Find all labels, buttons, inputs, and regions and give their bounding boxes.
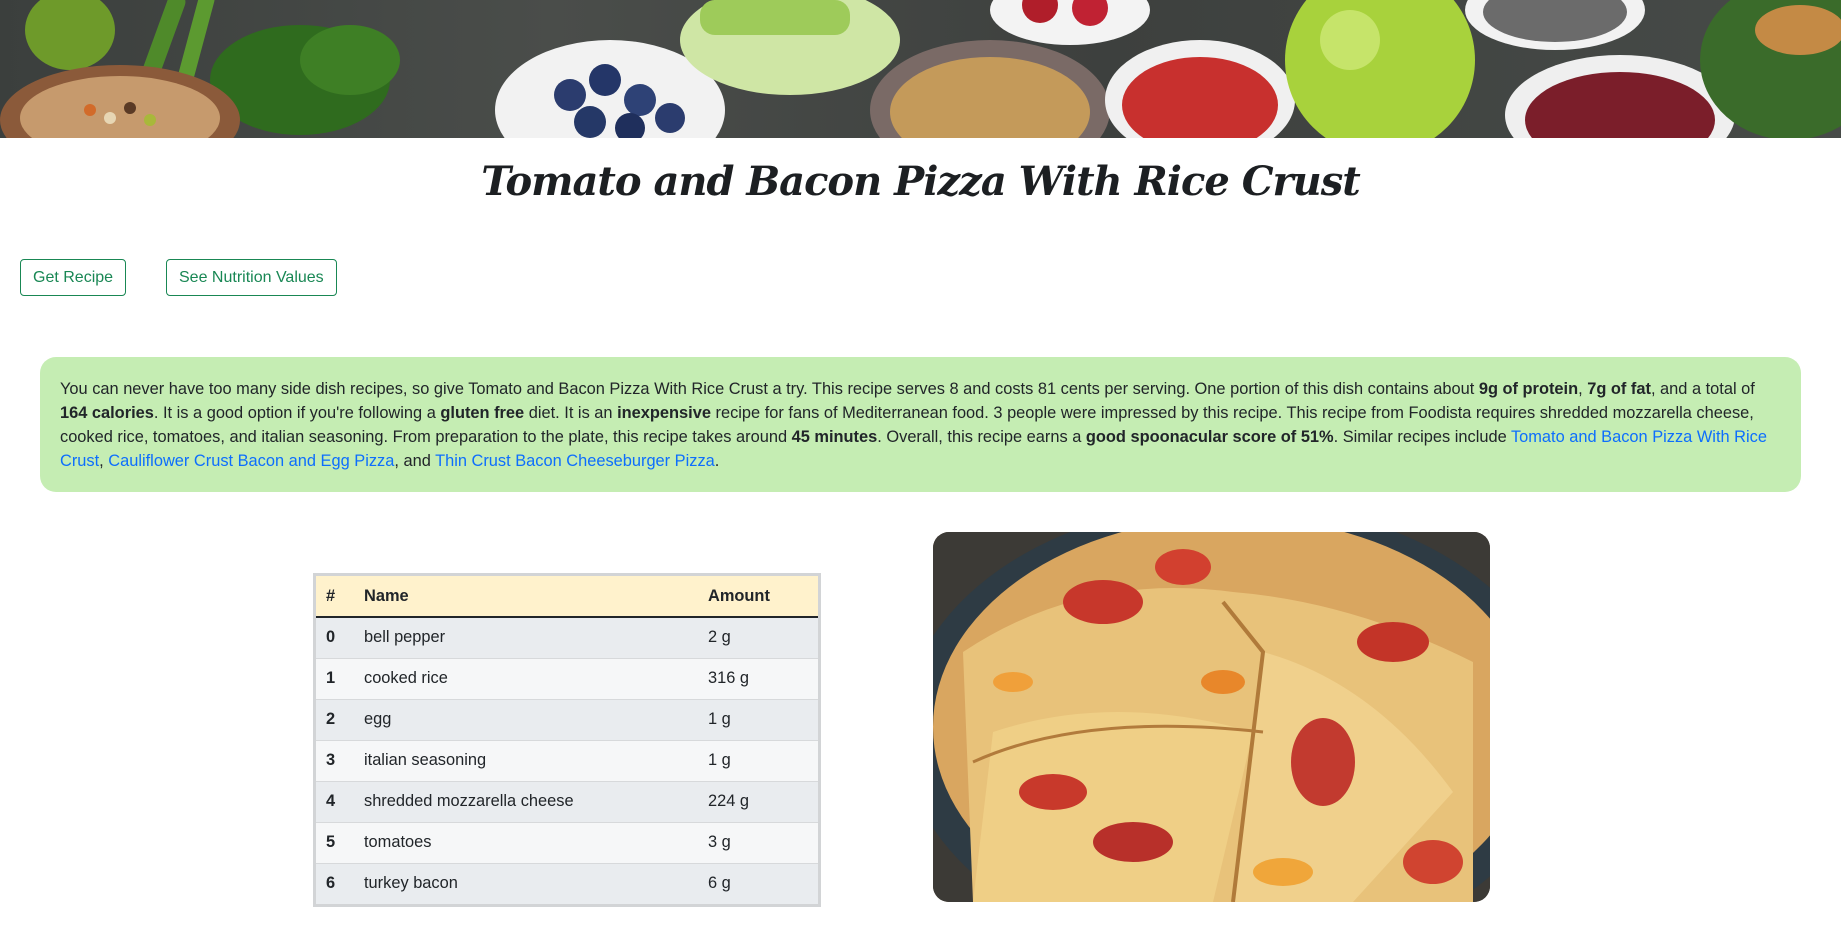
- row-index: 4: [316, 780, 354, 822]
- recipe-summary: You can never have too many side dish re…: [40, 357, 1801, 492]
- ingredient-name: cooked rice: [354, 657, 698, 699]
- summary-time: 45 minutes: [791, 428, 878, 446]
- summary-protein: 9g of protein: [1478, 380, 1579, 398]
- summary-text: .: [714, 452, 720, 470]
- ingredient-amount: 224 g: [698, 780, 818, 822]
- summary-text: , and: [394, 452, 436, 470]
- table-header-row: # Name Amount: [316, 576, 818, 618]
- see-nutrition-values-button[interactable]: See Nutrition Values: [166, 259, 337, 296]
- table-row: 6 turkey bacon 6 g: [316, 862, 818, 904]
- page-title: Tomato and Bacon Pizza With Rice Crust: [481, 158, 1360, 205]
- ingredient-amount: 3 g: [698, 821, 818, 863]
- banner-image: [0, 0, 1841, 138]
- ingredient-name: shredded mozzarella cheese: [354, 780, 698, 822]
- table-row: 3 italian seasoning 1 g: [316, 739, 818, 781]
- summary-text: . It is a good option if you're followin…: [153, 404, 441, 422]
- summary-text: diet. It is an: [524, 404, 618, 422]
- row-index: 2: [316, 698, 354, 740]
- summary-fat: 7g of fat: [1587, 380, 1651, 398]
- summary-text: , and a total of: [1650, 380, 1755, 398]
- ingredient-name: egg: [354, 698, 698, 740]
- ingredient-name: turkey bacon: [354, 862, 698, 904]
- ingredient-name: tomatoes: [354, 821, 698, 863]
- similar-recipe-link-3[interactable]: Thin Crust Bacon Cheeseburger Pizza: [435, 452, 715, 470]
- summary-score: good spoonacular score of 51%: [1085, 428, 1334, 446]
- row-index: 6: [316, 862, 354, 904]
- table-row: 2 egg 1 g: [316, 698, 818, 740]
- summary-text: ,: [99, 452, 109, 470]
- table-row: 4 shredded mozzarella cheese 224 g: [316, 780, 818, 822]
- get-recipe-button[interactable]: Get Recipe: [20, 259, 127, 296]
- summary-text: . Similar recipes include: [1333, 428, 1511, 446]
- ingredient-name: bell pepper: [354, 616, 698, 658]
- row-index: 1: [316, 657, 354, 699]
- row-index: 3: [316, 739, 354, 781]
- table-row: 0 bell pepper 2 g: [316, 616, 818, 658]
- summary-calories: 164 calories: [60, 404, 154, 422]
- ingredients-table: # Name Amount 0 bell pepper 2 g 1 cooked…: [313, 573, 821, 907]
- ingredient-name: italian seasoning: [354, 739, 698, 781]
- ingredient-amount: 6 g: [698, 862, 818, 904]
- ingredient-amount: 2 g: [698, 616, 818, 658]
- row-index: 0: [316, 616, 354, 658]
- summary-text: . Overall, this recipe earns a: [877, 428, 1086, 446]
- recipe-image: [933, 532, 1490, 902]
- summary-diet: gluten free: [440, 404, 525, 422]
- row-index: 5: [316, 821, 354, 863]
- summary-text: You can never have too many side dish re…: [60, 380, 1479, 398]
- summary-price-label: inexpensive: [617, 404, 711, 422]
- ingredient-amount: 316 g: [698, 657, 818, 699]
- table-row: 5 tomatoes 3 g: [316, 821, 818, 863]
- table-row: 1 cooked rice 316 g: [316, 657, 818, 699]
- similar-recipe-link-2[interactable]: Cauliflower Crust Bacon and Egg Pizza: [108, 452, 394, 470]
- ingredient-amount: 1 g: [698, 698, 818, 740]
- ingredient-amount: 1 g: [698, 739, 818, 781]
- summary-text: ,: [1578, 380, 1588, 398]
- column-header-amount: Amount: [698, 576, 818, 618]
- column-header-index: #: [316, 576, 354, 618]
- column-header-name: Name: [354, 576, 698, 618]
